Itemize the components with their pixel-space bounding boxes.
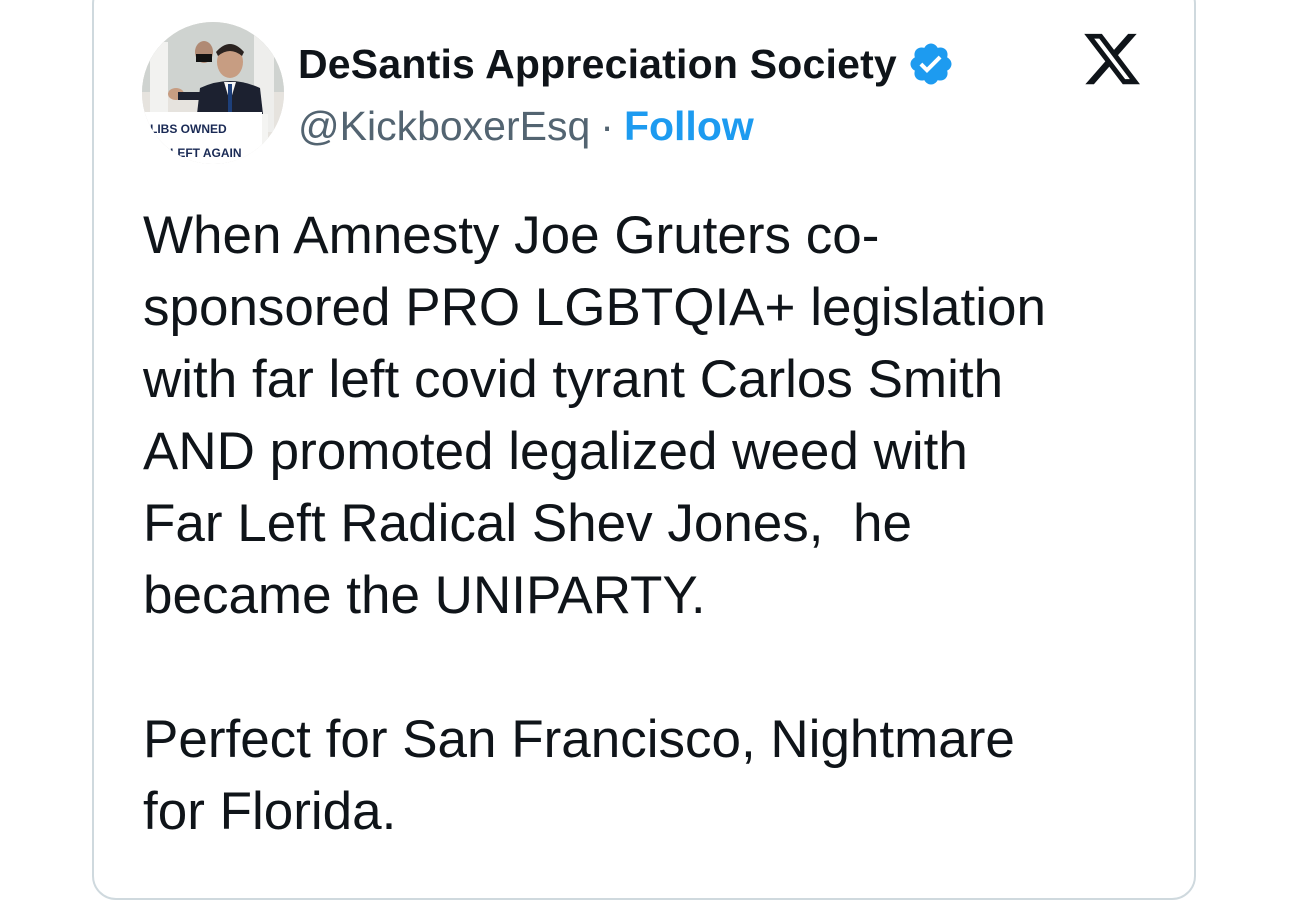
handle-row: @KickboxerEsq · Follow bbox=[298, 100, 955, 152]
verified-badge-icon bbox=[910, 43, 952, 85]
avatar-sign-text: LIBS OWNED bbox=[150, 122, 227, 136]
follow-button[interactable]: Follow bbox=[624, 103, 754, 150]
separator-dot: · bbox=[600, 102, 614, 149]
avatar[interactable]: LIBS OWNED LEFT AGAIN bbox=[142, 22, 284, 164]
display-name[interactable]: DeSantis Appreciation Society bbox=[298, 41, 897, 88]
tweet-text: When Amnesty Joe Gruters co- sponsored P… bbox=[143, 206, 1046, 841]
tweet-header: DeSantis Appreciation Society @Kickboxer… bbox=[298, 36, 955, 152]
name-row: DeSantis Appreciation Society bbox=[298, 36, 955, 92]
x-logo-icon[interactable] bbox=[1080, 28, 1144, 90]
user-handle[interactable]: @KickboxerEsq bbox=[298, 103, 590, 150]
